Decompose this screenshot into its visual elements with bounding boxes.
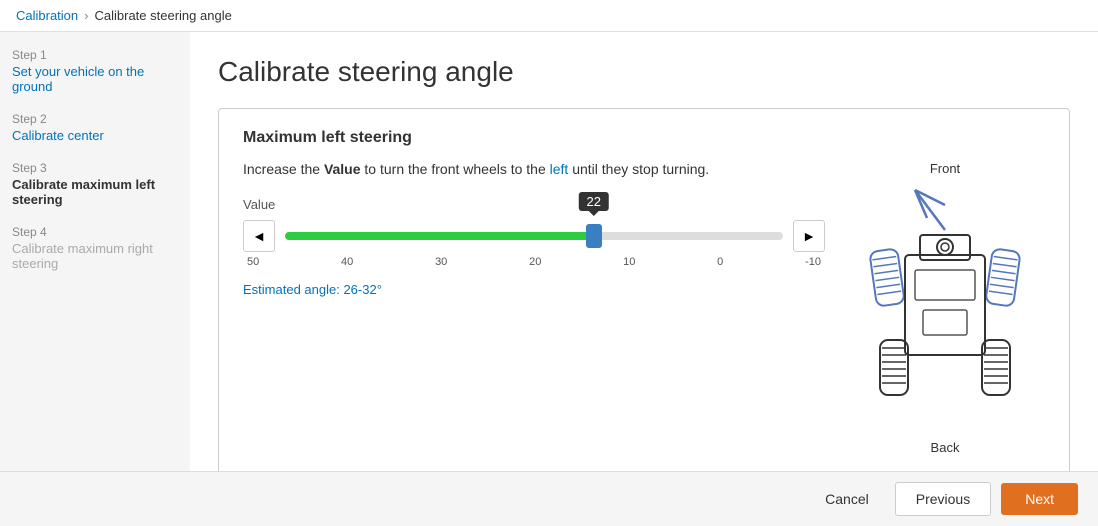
slider-container[interactable]: 22 [285, 220, 783, 252]
next-button[interactable]: Next [1001, 483, 1078, 515]
slider-decrease-button[interactable]: ◄ [243, 220, 275, 252]
robot-svg [855, 180, 1035, 440]
step-1-num: Step 1 [12, 48, 178, 62]
step-4-num: Step 4 [12, 225, 178, 239]
instruction-highlight: left [550, 161, 569, 177]
tick-50: 50 [247, 256, 259, 268]
tick-0: 0 [717, 256, 723, 268]
left-arrow-icon: ◄ [252, 228, 266, 244]
robot-front-label: Front [930, 161, 960, 176]
tick-neg10: -10 [805, 256, 821, 268]
instruction-text: Increase the Value to turn the front whe… [243, 161, 825, 177]
sidebar-step-1: Step 1 Set your vehicle on the ground [12, 48, 178, 94]
breadcrumb-home[interactable]: Calibration [16, 8, 78, 23]
step-1-title[interactable]: Set your vehicle on the ground [12, 64, 178, 94]
robot-illustration: Front [845, 161, 1045, 455]
instruction-bold: Value [324, 161, 361, 177]
tick-20: 20 [529, 256, 541, 268]
step-3-num: Step 3 [12, 161, 178, 175]
footer: Cancel Previous Next [0, 471, 1098, 526]
step-4-title: Calibrate maximum right steering [12, 241, 178, 271]
cancel-button[interactable]: Cancel [809, 483, 885, 515]
slider-track [285, 232, 783, 240]
slider-row: ◄ 22 ► [243, 220, 825, 252]
breadcrumb-separator: › [84, 8, 88, 23]
step-2-num: Step 2 [12, 112, 178, 126]
step-2-title[interactable]: Calibrate center [12, 128, 178, 143]
main-layout: Step 1 Set your vehicle on the ground St… [0, 32, 1098, 471]
sidebar-step-3: Step 3 Calibrate maximum left steering [12, 161, 178, 207]
breadcrumb: Calibration › Calibrate steering angle [0, 0, 1098, 32]
sidebar-step-2: Step 2 Calibrate center [12, 112, 178, 143]
value-label: Value [243, 197, 825, 212]
previous-button[interactable]: Previous [895, 482, 991, 516]
tick-30: 30 [435, 256, 447, 268]
tick-10: 10 [623, 256, 635, 268]
estimated-angle: Estimated angle: 26-32° [243, 282, 825, 297]
robot-back-label: Back [931, 440, 960, 455]
card-title: Maximum left steering [243, 129, 1045, 147]
slider-fill [285, 232, 594, 240]
slider-increase-button[interactable]: ► [793, 220, 825, 252]
content-area: Calibrate steering angle Maximum left st… [190, 32, 1098, 471]
card-content: Increase the Value to turn the front whe… [243, 161, 1045, 455]
slider-thumb[interactable] [586, 224, 602, 248]
tick-40: 40 [341, 256, 353, 268]
slider-ticks: 50 40 30 20 10 0 -10 [243, 256, 825, 268]
sidebar: Step 1 Set your vehicle on the ground St… [0, 32, 190, 471]
page-title: Calibrate steering angle [218, 56, 1070, 88]
right-arrow-icon: ► [802, 228, 816, 244]
sidebar-step-4: Step 4 Calibrate maximum right steering [12, 225, 178, 271]
main-card: Maximum left steering Increase the Value… [218, 108, 1070, 471]
slider-tooltip: 22 [579, 192, 609, 211]
card-left: Increase the Value to turn the front whe… [243, 161, 825, 455]
breadcrumb-current: Calibrate steering angle [95, 8, 232, 23]
step-3-title[interactable]: Calibrate maximum left steering [12, 177, 178, 207]
